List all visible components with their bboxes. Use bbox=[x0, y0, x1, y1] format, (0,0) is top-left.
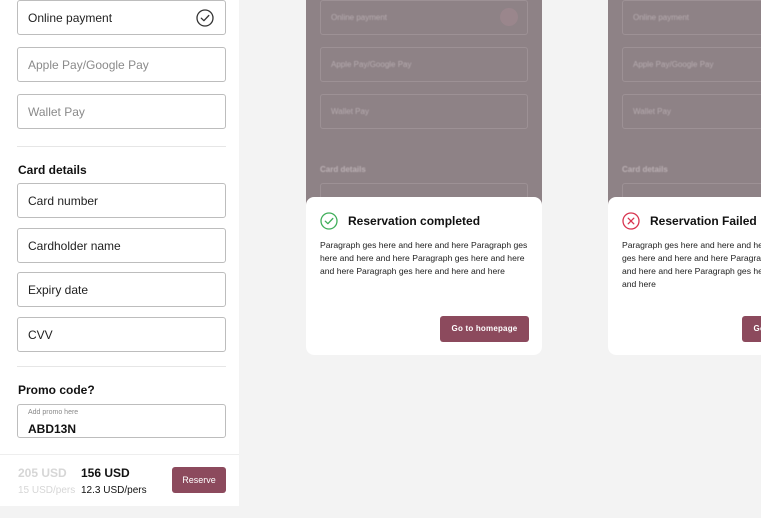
modal-sheet: Reservation Failed Paragraph ges here an… bbox=[608, 197, 761, 355]
field-label: Cardholder name bbox=[28, 239, 121, 253]
background-field: Online payment bbox=[320, 0, 528, 35]
old-price: 205 USD bbox=[18, 466, 67, 480]
divider bbox=[17, 366, 226, 367]
modal-paragraph: Paragraph ges here and here and here Par… bbox=[320, 240, 528, 276]
error-x-icon bbox=[622, 212, 640, 230]
payment-option-label: Apple Pay/Google Pay bbox=[28, 58, 149, 72]
cvv-field[interactable]: CVV bbox=[17, 317, 226, 352]
payment-option-wallet[interactable]: Wallet Pay bbox=[17, 94, 226, 129]
card-number-field[interactable]: Card number bbox=[17, 183, 226, 218]
go-to-homepage-button[interactable]: Go to homepage bbox=[742, 316, 761, 342]
modal-overlay: Online payment Apple Pay/Google Pay Wall… bbox=[608, 0, 761, 218]
promo-code-input[interactable]: Add promo here ABD13N bbox=[17, 404, 226, 438]
new-price: 156 USD bbox=[81, 466, 130, 480]
modal-title: Reservation completed bbox=[348, 214, 481, 228]
promo-code-title: Promo code? bbox=[18, 383, 95, 397]
reservation-failed-screen: Online payment Apple Pay/Google Pay Wall… bbox=[608, 0, 761, 355]
background-label: Online payment bbox=[331, 13, 388, 22]
price-footer: 205 USD 15 USD/pers 156 USD 12.3 USD/per… bbox=[0, 454, 239, 506]
background-field: Apple Pay/Google Pay bbox=[320, 47, 528, 82]
payment-option-apple-google[interactable]: Apple Pay/Google Pay bbox=[17, 47, 226, 82]
field-label: Card number bbox=[28, 194, 99, 208]
field-label: CVV bbox=[28, 328, 53, 342]
old-price-per-person: 15 USD/pers bbox=[18, 485, 76, 496]
go-to-homepage-button[interactable]: Go to homepage bbox=[440, 316, 529, 342]
background-check-icon bbox=[500, 8, 518, 26]
background-label: Apple Pay/Google Pay bbox=[633, 60, 714, 69]
divider bbox=[17, 146, 226, 147]
background-field: Apple Pay/Google Pay bbox=[622, 47, 761, 82]
background-label: Wallet Pay bbox=[331, 107, 369, 116]
payment-option-label: Wallet Pay bbox=[28, 105, 85, 119]
expiry-date-field[interactable]: Expiry date bbox=[17, 272, 226, 307]
background-title: Card details bbox=[622, 165, 668, 174]
new-price-per-person: 12.3 USD/pers bbox=[81, 485, 147, 496]
promo-placeholder-label: Add promo here bbox=[28, 409, 79, 416]
modal-overlay: Online payment Apple Pay/Google Pay Wall… bbox=[306, 0, 542, 218]
reservation-success-screen: Online payment Apple Pay/Google Pay Wall… bbox=[306, 0, 542, 355]
background-field: Online payment bbox=[622, 0, 761, 35]
checkmark-circle-icon bbox=[196, 9, 214, 27]
promo-code-value: ABD13N bbox=[28, 422, 77, 436]
reserve-button[interactable]: Reserve bbox=[172, 467, 226, 493]
card-details-title: Card details bbox=[18, 163, 87, 177]
modal-sheet: Reservation completed Paragraph ges here… bbox=[306, 197, 542, 355]
checkout-panel: Online payment Apple Pay/Google Pay Wall… bbox=[0, 0, 239, 506]
field-label: Expiry date bbox=[28, 283, 89, 297]
modal-paragraph: Paragraph ges here and here and here Par… bbox=[622, 240, 761, 289]
background-label: Apple Pay/Google Pay bbox=[331, 60, 412, 69]
payment-option-label: Online payment bbox=[28, 11, 113, 25]
background-field: Wallet Pay bbox=[320, 94, 528, 129]
background-label: Online payment bbox=[633, 13, 690, 22]
background-title: Card details bbox=[320, 165, 366, 174]
background-field: Wallet Pay bbox=[622, 94, 761, 129]
background-label: Wallet Pay bbox=[633, 107, 671, 116]
success-check-icon bbox=[320, 212, 338, 230]
cardholder-name-field[interactable]: Cardholder name bbox=[17, 228, 226, 263]
payment-option-online[interactable]: Online payment bbox=[17, 0, 226, 35]
modal-title: Reservation Failed bbox=[650, 214, 757, 228]
